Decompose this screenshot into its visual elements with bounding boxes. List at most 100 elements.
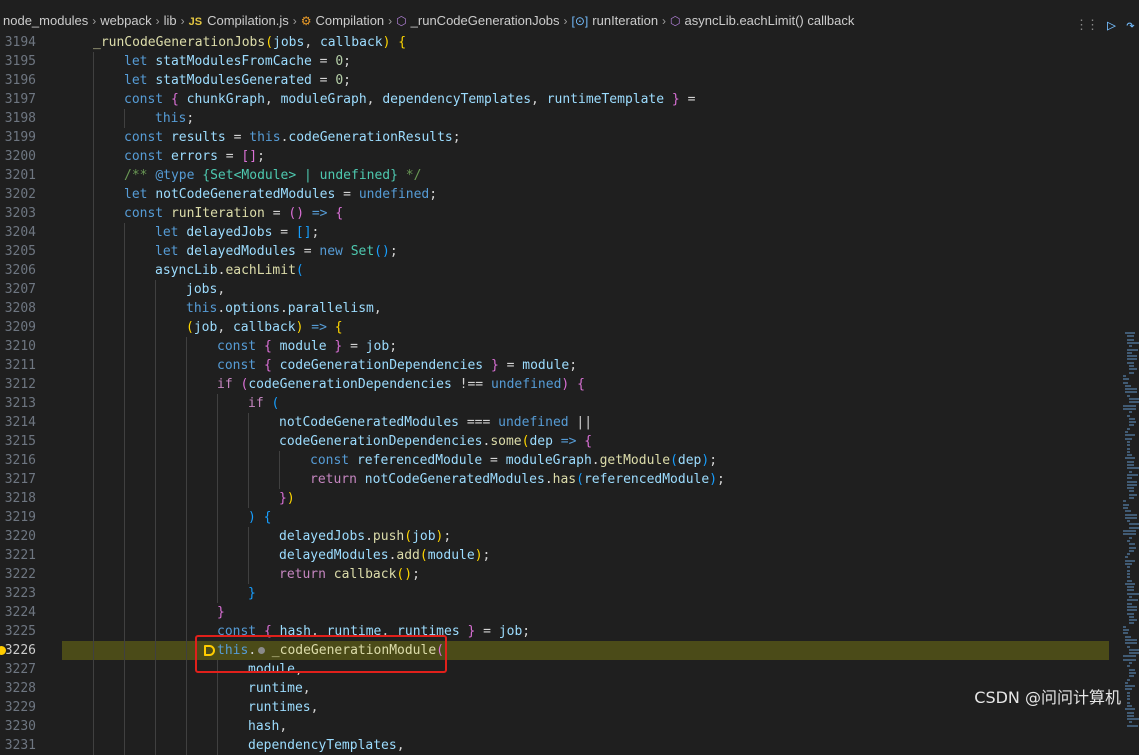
- line-number[interactable]: 3217: [0, 470, 36, 489]
- minimap-stroke: [1125, 642, 1137, 645]
- line-number[interactable]: 3204: [0, 223, 36, 242]
- line-number[interactable]: 3221: [0, 546, 36, 565]
- indent-guide: [93, 337, 94, 356]
- breadcrumb-item-node-modules[interactable]: node_modules: [3, 13, 88, 28]
- minimap-stroke: [1129, 671, 1136, 674]
- line-number[interactable]: 3213: [0, 394, 36, 413]
- line-number[interactable]: 3216: [0, 451, 36, 470]
- code-token: moduleGraph: [505, 453, 592, 468]
- minimap[interactable]: [1109, 32, 1139, 746]
- code-line[interactable]: delayedModules.add(module);: [279, 546, 490, 565]
- line-number[interactable]: 3219: [0, 508, 36, 527]
- line-number[interactable]: 3206: [0, 261, 36, 280]
- code-line[interactable]: this;: [155, 109, 194, 128]
- code-line[interactable]: asyncLib.eachLimit(: [155, 261, 304, 280]
- line-number[interactable]: 3202: [0, 185, 36, 204]
- code-line[interactable]: delayedJobs.push(job);: [279, 527, 451, 546]
- indent-guide: [217, 679, 218, 698]
- line-number[interactable]: 3229: [0, 698, 36, 717]
- line-number[interactable]: 3207: [0, 280, 36, 299]
- line-number[interactable]: 3211: [0, 356, 36, 375]
- code-line[interactable]: return callback();: [279, 565, 420, 584]
- line-number[interactable]: 3197: [0, 90, 36, 109]
- line-number[interactable]: 3212: [0, 375, 36, 394]
- minimap-stroke: [1125, 434, 1135, 437]
- breadcrumb-item-webpack[interactable]: webpack: [100, 13, 151, 28]
- code-line[interactable]: const { codeGenerationDependencies } = m…: [217, 356, 577, 375]
- code-line[interactable]: if (: [248, 394, 279, 413]
- line-number[interactable]: 3227: [0, 660, 36, 679]
- minimap-stroke: [1129, 493, 1137, 496]
- breadcrumb-item-class[interactable]: ⚙ Compilation: [301, 13, 384, 28]
- line-number[interactable]: 3195: [0, 52, 36, 71]
- breadcrumb-item-lib[interactable]: lib: [164, 13, 177, 28]
- line-number[interactable]: 3205: [0, 242, 36, 261]
- line-number[interactable]: 3199: [0, 128, 36, 147]
- code-line[interactable]: notCodeGeneratedModules === undefined ||: [279, 413, 592, 432]
- code-line[interactable]: return notCodeGeneratedModules.has(refer…: [310, 470, 725, 489]
- code-token: []: [295, 225, 312, 240]
- line-number[interactable]: 3209: [0, 318, 36, 337]
- code-token: asyncLib: [155, 263, 218, 278]
- line-number[interactable]: 3224: [0, 603, 36, 622]
- line-number[interactable]: 3201: [0, 166, 36, 185]
- line-number[interactable]: 3215: [0, 432, 36, 451]
- code-line[interactable]: const results = this.codeGenerationResul…: [124, 128, 461, 147]
- indent-guide: [124, 698, 125, 717]
- code-line[interactable]: let statModulesGenerated = 0;: [124, 71, 351, 90]
- drag-handle-icon[interactable]: ⋮⋮: [1075, 18, 1099, 33]
- code-line[interactable]: if (codeGenerationDependencies !== undef…: [217, 375, 585, 394]
- code-line[interactable]: hash,: [248, 717, 287, 736]
- line-number[interactable]: 3200: [0, 147, 36, 166]
- line-number[interactable]: 3196: [0, 71, 36, 90]
- code-line[interactable]: _runCodeGenerationJobs(jobs, callback) {: [93, 33, 406, 52]
- line-number[interactable]: 3222: [0, 565, 36, 584]
- line-number[interactable]: 3230: [0, 717, 36, 736]
- code-line[interactable]: let delayedJobs = [];: [155, 223, 319, 242]
- code-editor[interactable]: 3194 _runCodeGenerationJobs(jobs, callbac…: [0, 32, 1139, 755]
- breadcrumb-item-callback[interactable]: ⬡ asyncLib.eachLimit() callback: [670, 13, 854, 28]
- code-line[interactable]: }: [217, 603, 225, 622]
- minimap-stroke: [1127, 701, 1130, 704]
- breadcrumb-item-file[interactable]: JS Compilation.js: [189, 13, 289, 28]
- line-number[interactable]: 3198: [0, 109, 36, 128]
- line-number[interactable]: 3218: [0, 489, 36, 508]
- code-line[interactable]: const { chunkGraph, moduleGraph, depende…: [124, 90, 695, 109]
- line-number[interactable]: 3214: [0, 413, 36, 432]
- code-line[interactable]: /** @type {Set<Module> | undefined} */: [124, 166, 421, 185]
- line-number[interactable]: 3203: [0, 204, 36, 223]
- code-line[interactable]: const referencedModule = moduleGraph.get…: [310, 451, 717, 470]
- line-number[interactable]: 3220: [0, 527, 36, 546]
- line-number[interactable]: 3223: [0, 584, 36, 603]
- code-line[interactable]: jobs,: [186, 280, 225, 299]
- code-line[interactable]: runtimes,: [248, 698, 318, 717]
- line-number[interactable]: 3208: [0, 299, 36, 318]
- code-line[interactable]: codeGenerationDependencies.some(dep => {: [279, 432, 592, 451]
- code-token: ,: [366, 92, 383, 107]
- line-number[interactable]: 3194: [0, 33, 36, 52]
- code-line[interactable]: const errors = [];: [124, 147, 265, 166]
- code-line[interactable]: }: [248, 584, 256, 603]
- minimap-stroke: [1127, 718, 1139, 721]
- code-line[interactable]: let notCodeGeneratedModules = undefined;: [124, 185, 437, 204]
- code-line[interactable]: }): [279, 489, 295, 508]
- line-number[interactable]: 3225: [0, 622, 36, 641]
- code-line[interactable]: const runIteration = () => {: [124, 204, 343, 223]
- minimap-stroke: [1129, 371, 1134, 374]
- code-line[interactable]: let statModulesFromCache = 0;: [124, 52, 351, 71]
- code-line[interactable]: const { module } = job;: [217, 337, 397, 356]
- code-line[interactable]: runtime,: [248, 679, 311, 698]
- breadcrumb-item-variable[interactable]: [⊙] runIteration: [572, 13, 659, 28]
- code-line[interactable]: let delayedModules = new Set();: [155, 242, 398, 261]
- code-line[interactable]: this.options.parallelism,: [186, 299, 382, 318]
- code-token: ,: [302, 681, 311, 696]
- breadcrumb-item-method[interactable]: ⬡ _runCodeGenerationJobs: [396, 13, 559, 28]
- chevron-right-icon: ›: [292, 13, 297, 28]
- minimap-stroke: [1129, 615, 1135, 618]
- indent-guide: [217, 394, 218, 413]
- code-line[interactable]: ) {: [248, 508, 271, 527]
- line-number[interactable]: 3228: [0, 679, 36, 698]
- line-number[interactable]: 3210: [0, 337, 36, 356]
- minimap-stroke: [1127, 609, 1137, 612]
- code-line[interactable]: (job, callback) => {: [186, 318, 343, 337]
